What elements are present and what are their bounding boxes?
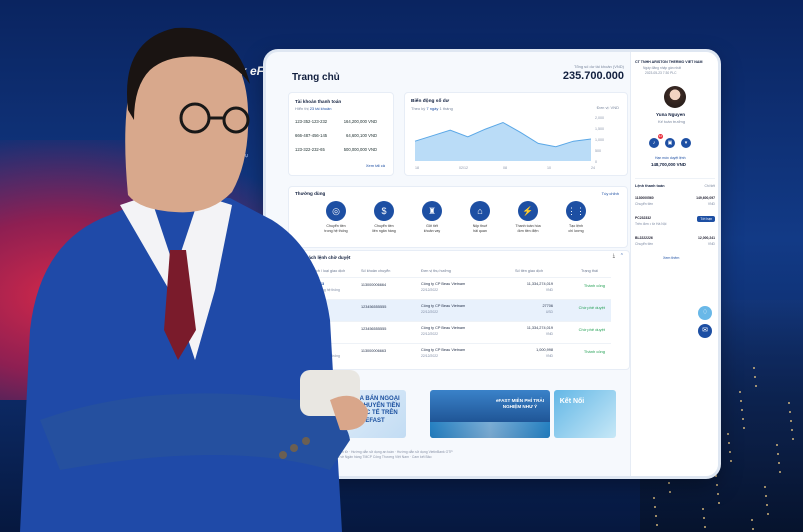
businessman-photo [20, 27, 368, 532]
